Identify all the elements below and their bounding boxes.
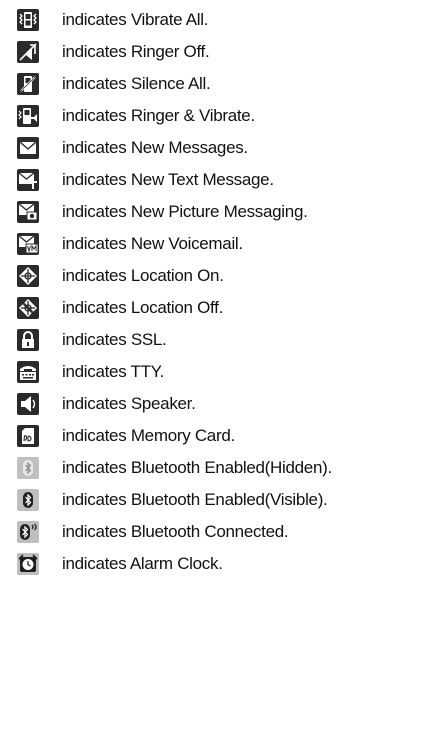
legend-text: indicates New Voicemail. — [62, 234, 243, 253]
legend-row-location-on: indicates Location On. — [0, 260, 426, 292]
location-on-icon — [17, 265, 39, 287]
legend-row-bluetooth-visible: indicates Bluetooth Enabled(Visible). — [0, 484, 426, 516]
new-voicemail-icon — [17, 233, 39, 255]
legend-text: indicates New Picture Messaging. — [62, 202, 308, 221]
legend-row-alarm-clock: indicates Alarm Clock. — [0, 548, 426, 580]
legend-text: indicates Silence All. — [62, 74, 211, 93]
ringer-vibrate-icon — [17, 105, 39, 127]
legend-text: indicates SSL. — [62, 330, 167, 349]
legend-row-speaker: indicates Speaker. — [0, 388, 426, 420]
memory-card-icon — [17, 425, 39, 447]
ssl-lock-icon — [17, 329, 39, 351]
legend-text: indicates Bluetooth Connected. — [62, 522, 289, 541]
bluetooth-visible-icon — [17, 489, 39, 511]
legend-row-vibrate-all: indicates Vibrate All. — [0, 4, 426, 36]
legend-text: indicates Vibrate All. — [62, 10, 209, 29]
legend-row-new-text-message: indicates New Text Message. — [0, 164, 426, 196]
legend-row-silence-all: indicates Silence All. — [0, 68, 426, 100]
legend-row-location-off: indicates Location Off. — [0, 292, 426, 324]
legend-row-tty: indicates TTY. — [0, 356, 426, 388]
legend-text: indicates Location Off. — [62, 298, 224, 317]
legend-text: indicates Bluetooth Enabled(Hidden). — [62, 458, 332, 477]
bluetooth-connected-icon — [17, 521, 39, 543]
location-off-icon — [17, 297, 39, 319]
legend-row-new-voicemail: indicates New Voicemail. — [0, 228, 426, 260]
alarm-clock-icon — [17, 553, 39, 575]
legend-text: indicates Alarm Clock. — [62, 554, 223, 573]
legend-row-new-messages: indicates New Messages. — [0, 132, 426, 164]
bluetooth-hidden-icon — [17, 457, 39, 479]
legend-row-ringer-vibrate: indicates Ringer & Vibrate. — [0, 100, 426, 132]
legend-row-ssl: indicates SSL. — [0, 324, 426, 356]
legend-text: indicates Ringer Off. — [62, 42, 210, 61]
vibrate-all-icon — [17, 9, 39, 31]
new-text-message-icon — [17, 169, 39, 191]
legend-row-bluetooth-hidden: indicates Bluetooth Enabled(Hidden). — [0, 452, 426, 484]
ringer-off-icon — [17, 41, 39, 63]
legend-text: indicates TTY. — [62, 362, 164, 381]
legend-row-new-picture-messaging: indicates New Picture Messaging. — [0, 196, 426, 228]
new-messages-icon — [17, 137, 39, 159]
tty-icon — [17, 361, 39, 383]
legend-text: indicates New Text Message. — [62, 170, 274, 189]
legend-text: indicates Location On. — [62, 266, 224, 285]
new-picture-messaging-icon — [17, 201, 39, 223]
legend-row-ringer-off: indicates Ringer Off. — [0, 36, 426, 68]
silence-all-icon — [17, 73, 39, 95]
legend-row-memory-card: indicates Memory Card. — [0, 420, 426, 452]
legend-text: indicates New Messages. — [62, 138, 248, 157]
legend-row-bluetooth-connected: indicates Bluetooth Connected. — [0, 516, 426, 548]
legend-text: indicates Ringer & Vibrate. — [62, 106, 255, 125]
speaker-icon — [17, 393, 39, 415]
legend-text: indicates Bluetooth Enabled(Visible). — [62, 490, 328, 509]
legend-text: indicates Memory Card. — [62, 426, 235, 445]
legend-text: indicates Speaker. — [62, 394, 196, 413]
